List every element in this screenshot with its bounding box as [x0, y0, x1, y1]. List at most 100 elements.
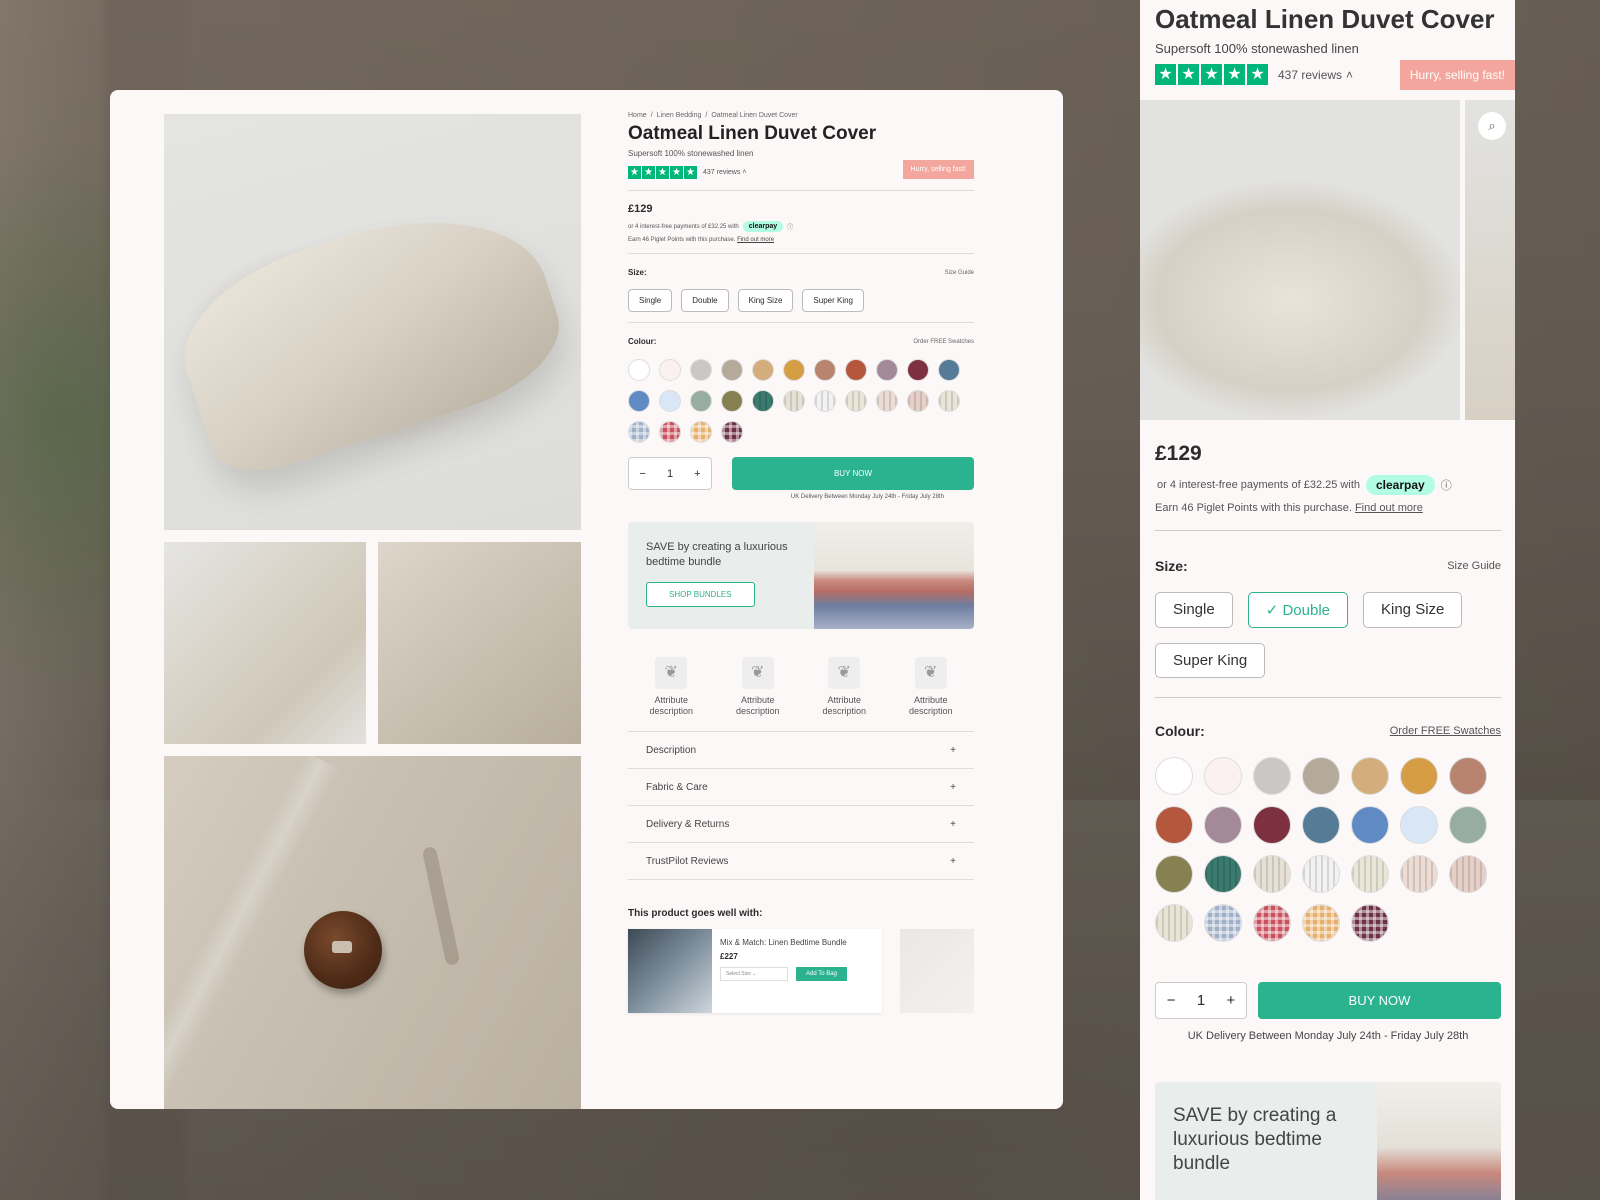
colour-swatch[interactable] [1204, 806, 1242, 844]
add-to-bag-button[interactable]: Add To Bag [796, 967, 847, 981]
product-image-button-detail[interactable] [164, 756, 581, 1109]
clearpay-text: or 4 interest-free payments of £32.25 wi… [1157, 479, 1360, 491]
colour-swatch[interactable] [783, 390, 805, 412]
colour-swatch[interactable] [1449, 757, 1487, 795]
points-text: Earn 46 Piglet Points with this purchase… [628, 237, 736, 243]
colour-swatch[interactable] [1351, 904, 1389, 942]
select-size-dropdown[interactable]: Select Size ⌄ [720, 967, 788, 981]
colour-swatch[interactable] [659, 359, 681, 381]
colour-swatch[interactable] [1155, 855, 1193, 893]
size-option-king[interactable]: King Size [737, 289, 794, 312]
star-icon: ★ [656, 165, 669, 179]
colour-swatch[interactable] [690, 359, 712, 381]
buy-now-button[interactable]: BUY NOW [732, 457, 974, 490]
size-option-king[interactable]: King Size [1363, 592, 1463, 628]
mobile-product-image[interactable] [1140, 100, 1460, 420]
size-option-single[interactable]: Single [628, 289, 673, 312]
size-option-single[interactable]: Single [1155, 592, 1233, 628]
size-guide-link[interactable]: Size Guide [945, 270, 974, 276]
points-link[interactable]: Find out more [1355, 502, 1423, 514]
zoom-icon[interactable]: ⌕ [1478, 112, 1506, 140]
colour-swatch[interactable] [1253, 806, 1291, 844]
minus-icon[interactable]: − [640, 468, 646, 480]
colour-swatch[interactable] [814, 359, 836, 381]
colour-swatch[interactable] [1155, 757, 1193, 795]
colour-swatch[interactable] [1302, 904, 1340, 942]
colour-swatch[interactable] [1400, 855, 1438, 893]
colour-swatch[interactable] [1204, 855, 1242, 893]
colour-swatch[interactable] [814, 390, 836, 412]
colour-swatch[interactable] [690, 421, 712, 443]
colour-swatch[interactable] [845, 359, 867, 381]
colour-swatch[interactable] [659, 390, 681, 412]
colour-swatch[interactable] [752, 359, 774, 381]
mobile-reviews-link[interactable]: 437 reviews [1278, 68, 1342, 82]
colour-swatch[interactable] [1400, 806, 1438, 844]
leaf-icon: ❦ [914, 657, 947, 689]
colour-swatch[interactable] [1302, 806, 1340, 844]
colour-swatch[interactable] [721, 421, 743, 443]
colour-swatch[interactable] [721, 390, 743, 412]
colour-swatch[interactable] [907, 390, 929, 412]
product-thumb-drape[interactable] [164, 542, 366, 744]
colour-swatch[interactable] [783, 359, 805, 381]
size-guide-link[interactable]: Size Guide [1447, 560, 1501, 572]
recommendation-card[interactable]: Mix & Match: Linen Bedtime Bundle £227 S… [628, 929, 882, 1013]
plus-icon[interactable]: + [694, 468, 700, 480]
colour-swatch[interactable] [1204, 757, 1242, 795]
accordion-delivery[interactable]: Delivery & Returns + [628, 806, 974, 843]
reviews-link[interactable]: 437 reviews [703, 169, 740, 176]
plus-icon[interactable]: + [1227, 992, 1236, 1009]
colour-swatch[interactable] [1351, 855, 1389, 893]
mobile-next-image[interactable] [1465, 100, 1515, 420]
size-option-double-selected[interactable]: ✓ Double [1247, 592, 1348, 628]
swatches-link[interactable]: Order FREE Swatches [913, 339, 974, 345]
colour-swatch[interactable] [876, 359, 898, 381]
colour-swatch[interactable] [1449, 855, 1487, 893]
colour-swatch[interactable] [1449, 806, 1487, 844]
breadcrumb-linen[interactable]: Linen Bedding [657, 112, 702, 119]
colour-swatch[interactable] [1253, 904, 1291, 942]
colour-swatch[interactable] [1155, 806, 1193, 844]
buy-now-button[interactable]: BUY NOW [1258, 982, 1501, 1019]
colour-swatch[interactable] [752, 390, 774, 412]
colour-swatch[interactable] [1253, 855, 1291, 893]
colour-swatch[interactable] [721, 359, 743, 381]
accordion-reviews[interactable]: TrustPilot Reviews + [628, 843, 974, 880]
colour-swatch[interactable] [1155, 904, 1193, 942]
mobile-price: £129 [1155, 442, 1202, 465]
colour-swatch[interactable] [628, 359, 650, 381]
info-icon[interactable]: ⓘ [1441, 477, 1452, 493]
points-link[interactable]: Find out more [737, 237, 774, 243]
colour-swatch[interactable] [628, 421, 650, 443]
colour-swatch[interactable] [690, 390, 712, 412]
recommendation-card-next[interactable] [900, 929, 974, 1013]
colour-swatch[interactable] [1302, 855, 1340, 893]
colour-swatch[interactable] [907, 359, 929, 381]
product-main-image[interactable] [164, 114, 581, 530]
accordion-description[interactable]: Description + [628, 732, 974, 769]
colour-swatch[interactable] [1302, 757, 1340, 795]
colour-swatch[interactable] [845, 390, 867, 412]
colour-swatch[interactable] [876, 390, 898, 412]
colour-swatch[interactable] [938, 390, 960, 412]
colour-swatch[interactable] [659, 421, 681, 443]
size-option-super-king[interactable]: Super King [802, 289, 864, 312]
breadcrumb-home[interactable]: Home [628, 112, 647, 119]
mobile-bundle-banner[interactable]: SAVE by creating a luxurious bedtime bun… [1155, 1082, 1501, 1200]
colour-swatch[interactable] [1351, 806, 1389, 844]
minus-icon[interactable]: − [1167, 992, 1176, 1009]
size-option-super-king[interactable]: Super King [1155, 643, 1266, 678]
swatches-link[interactable]: Order FREE Swatches [1390, 725, 1501, 737]
colour-swatch[interactable] [938, 359, 960, 381]
colour-swatch[interactable] [1351, 757, 1389, 795]
size-option-double[interactable]: Double [681, 289, 729, 312]
colour-swatch[interactable] [628, 390, 650, 412]
info-icon[interactable]: ⓘ [787, 222, 793, 231]
colour-swatch[interactable] [1253, 757, 1291, 795]
product-thumb-texture[interactable] [378, 542, 581, 744]
shop-bundles-button[interactable]: SHOP BUNDLES [646, 582, 755, 607]
colour-swatch[interactable] [1204, 904, 1242, 942]
accordion-fabric-care[interactable]: Fabric & Care + [628, 769, 974, 806]
colour-swatch[interactable] [1400, 757, 1438, 795]
